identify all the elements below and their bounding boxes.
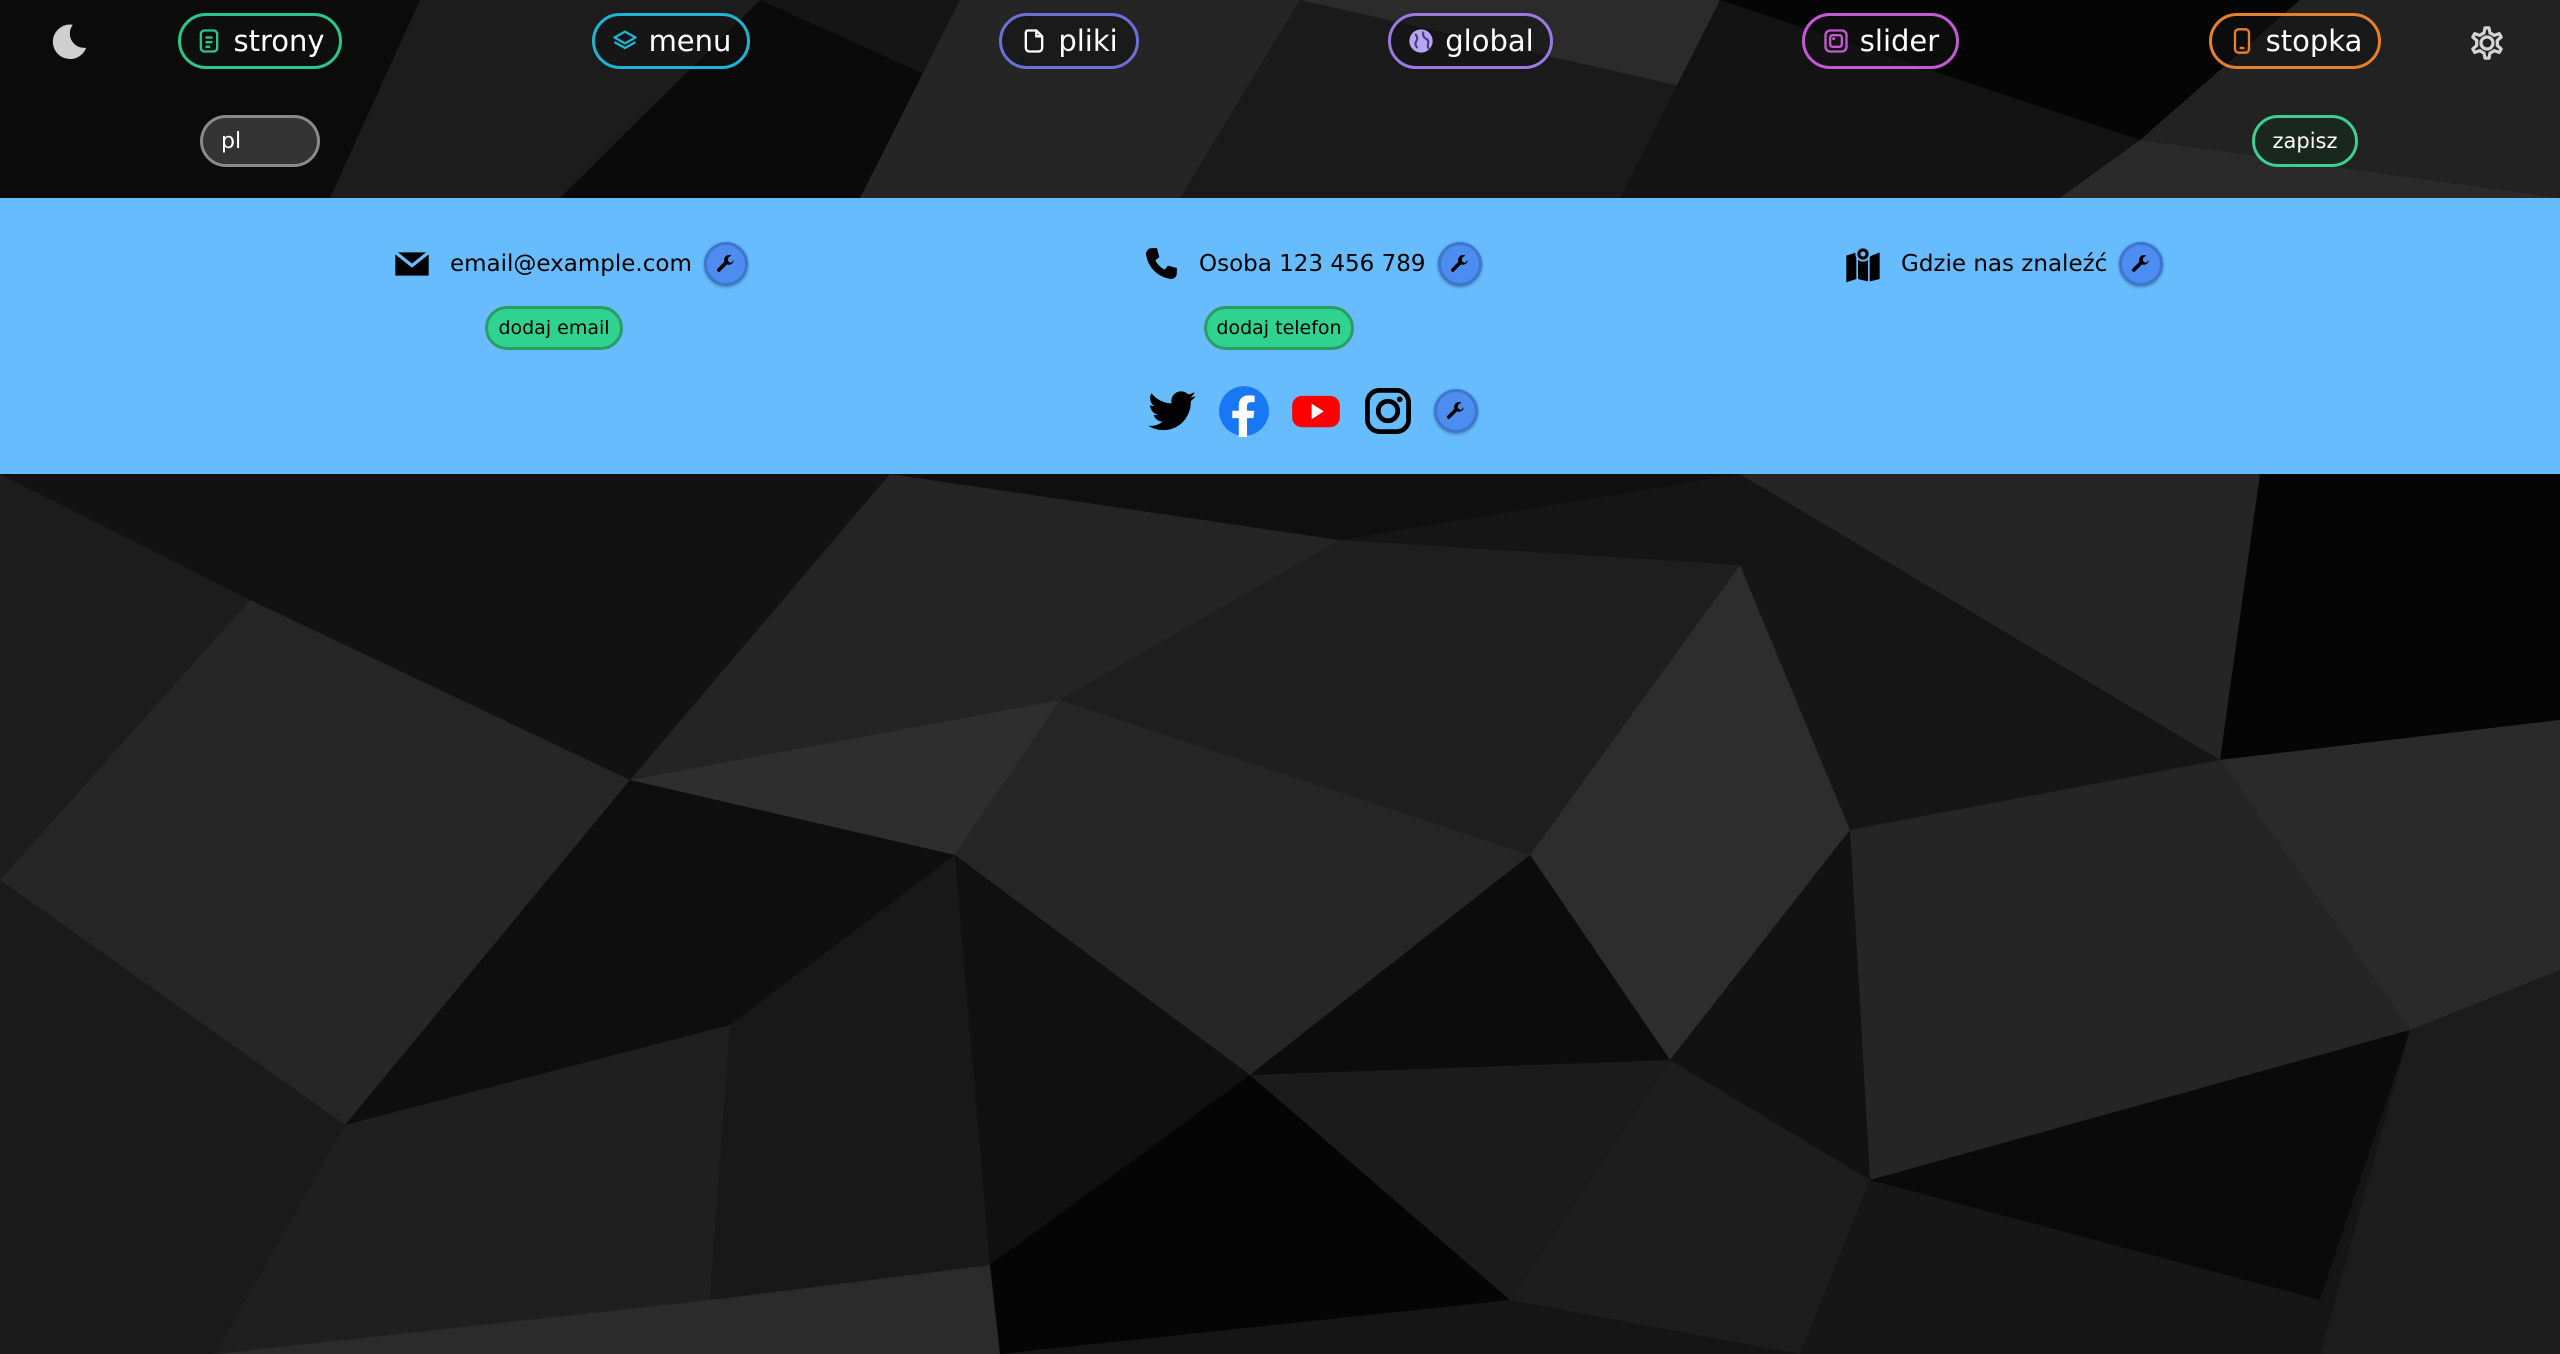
wrench-icon — [1446, 401, 1464, 419]
map-icon — [1846, 246, 1880, 283]
wrench-icon — [716, 254, 734, 272]
edit-social-button[interactable] — [1434, 389, 1478, 433]
email-item: email@example.com — [392, 242, 748, 286]
nav-button-slider[interactable]: slider — [1802, 13, 1959, 69]
add-phone-button[interactable]: dodaj telefon — [1204, 306, 1354, 350]
mobile-icon — [2233, 28, 2250, 54]
nav-label-global: global — [1445, 24, 1534, 58]
social-links — [1146, 385, 1478, 437]
wrench-icon — [2132, 254, 2150, 272]
nav-button-pliki[interactable]: pliki — [999, 13, 1139, 69]
phone-item: Osoba 123 456 789 — [1141, 242, 1482, 286]
file-icon — [1024, 29, 1044, 53]
document-icon — [200, 29, 219, 53]
email-text: email@example.com — [450, 251, 692, 277]
nav-button-global[interactable]: global — [1388, 13, 1553, 69]
globe-icon — [1409, 29, 1433, 53]
nav-label-pliki: pliki — [1058, 24, 1118, 58]
edit-email-button[interactable] — [703, 242, 748, 286]
nav-button-strony[interactable]: strony — [178, 13, 342, 69]
images-icon — [1824, 29, 1848, 53]
youtube-icon[interactable] — [1290, 385, 1342, 437]
nav-button-menu[interactable]: menu — [592, 13, 750, 69]
nav-button-stopka[interactable]: stopka — [2209, 13, 2381, 69]
phone-text: Osoba 123 456 789 — [1199, 251, 1426, 277]
location-item: Gdzie nas znaleźć — [1843, 242, 2164, 286]
edit-phone-button[interactable] — [1437, 242, 1482, 286]
nav-label-menu: menu — [648, 24, 732, 58]
location-text: Gdzie nas znaleźć — [1901, 251, 2108, 277]
envelope-icon — [394, 251, 430, 276]
phone-icon — [1146, 248, 1177, 279]
layers-icon — [612, 30, 637, 50]
gear-icon[interactable] — [2463, 19, 2511, 67]
save-button[interactable]: zapisz — [2252, 115, 2358, 167]
nav-label-slider: slider — [1859, 24, 1940, 58]
edit-location-button[interactable] — [2119, 242, 2164, 286]
nav-label-stopka: stopka — [2265, 24, 2363, 58]
language-input[interactable]: pl — [200, 115, 320, 167]
nav-label-strony: strony — [233, 24, 325, 58]
add-email-button[interactable]: dodaj email — [485, 306, 623, 350]
wrench-icon — [1450, 254, 1468, 272]
moon-icon[interactable] — [46, 19, 92, 65]
footer-preview: email@example.com dodaj email Osoba 123 … — [0, 198, 2560, 474]
twitter-icon[interactable] — [1146, 385, 1198, 437]
instagram-icon[interactable] — [1362, 385, 1414, 437]
facebook-icon[interactable] — [1218, 385, 1270, 437]
